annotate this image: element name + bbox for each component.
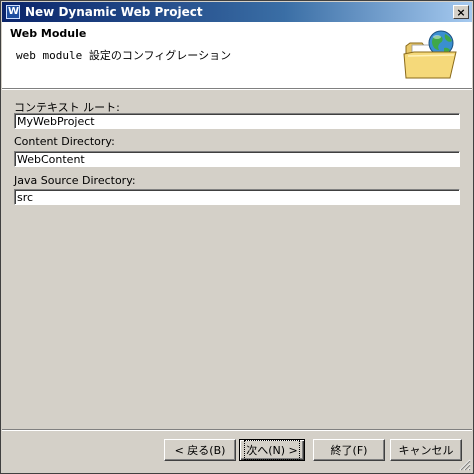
finish-button[interactable]: 終了(F) <box>313 439 385 461</box>
close-button[interactable]: × <box>453 5 469 19</box>
page-title: Web Module <box>10 27 87 40</box>
back-button-label: < 戻る(B) <box>174 444 226 457</box>
button-bar-divider <box>2 429 472 431</box>
wizard-header: Web Module web module 設定のコンフィグレーション <box>2 22 472 89</box>
window-title: New Dynamic Web Project <box>25 5 203 19</box>
eclipse-wizard-icon: W <box>6 5 20 19</box>
header-divider <box>2 89 472 90</box>
context-root-field[interactable] <box>14 113 460 129</box>
next-button-label: 次へ(N) > <box>244 440 300 460</box>
back-button[interactable]: < 戻る(B) <box>164 439 236 461</box>
cancel-button-label: キャンセル <box>398 444 454 457</box>
content-directory-field[interactable] <box>14 151 460 167</box>
page-description: web module 設定のコンフィグレーション <box>16 49 232 62</box>
resize-grip-icon[interactable] <box>459 459 471 471</box>
content-directory-label: Content Directory: <box>14 135 115 148</box>
folder-globe-icon <box>403 30 457 79</box>
title-bar[interactable]: W New Dynamic Web Project × <box>2 2 472 22</box>
finish-button-label: 終了(F) <box>330 444 368 457</box>
cancel-button[interactable]: キャンセル <box>390 439 462 461</box>
wizard-dialog: W New Dynamic Web Project × Web Module w… <box>0 0 474 474</box>
next-button[interactable]: 次へ(N) > <box>239 439 305 461</box>
java-source-directory-label: Java Source Directory: <box>14 174 136 187</box>
java-source-directory-field[interactable] <box>14 189 460 205</box>
close-icon: × <box>456 5 466 19</box>
